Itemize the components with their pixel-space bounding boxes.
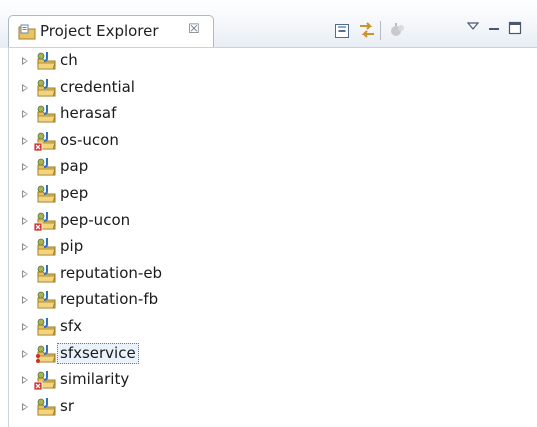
minimize-icon[interactable] [488,24,500,34]
tree-item-label: reputation-fb [60,290,159,309]
toolbar-separator [380,21,381,40]
tree-item-label: pip [60,237,84,256]
view-title: Project Explorer [40,22,159,40]
view-menu-icon[interactable] [467,21,479,31]
tree-item[interactable]: pip [0,234,537,260]
java-project-icon [37,397,56,416]
java-project-icon [37,318,56,336]
tree-item-label: similarity [60,370,130,389]
project-explorer-view: Project Explorer ☒ ch credential herasaf os… [0,0,537,427]
expand-arrow-icon[interactable] [22,163,28,172]
java-project-error-icon [34,131,56,151]
tree-item[interactable]: ch [0,48,537,74]
expand-arrow-icon[interactable] [22,376,28,385]
tree-item-label: sfx [60,317,82,335]
java-project-icon [37,238,56,256]
tree-item[interactable]: pap [0,154,537,180]
expand-arrow-icon[interactable] [22,136,28,145]
tree-item-label: pep [60,184,89,202]
java-project-icon [37,291,56,309]
java-project-error-icon [34,211,56,231]
collapse-all-icon[interactable] [333,22,351,40]
expand-arrow-icon[interactable] [22,296,28,305]
tree-item-label: os-ucon [60,130,119,149]
expand-arrow-icon[interactable] [22,323,28,331]
tree-item[interactable]: similarity [0,367,537,393]
expand-arrow-icon[interactable] [22,349,28,358]
java-project-icon [37,158,56,176]
tree-item-label: herasaf [60,104,117,123]
java-project-icon [37,78,56,97]
tree-item-label: ch [60,51,78,69]
expand-arrow-icon[interactable] [22,216,28,225]
tree-item[interactable]: sfxservice [0,341,537,367]
maximize-icon[interactable] [508,21,522,35]
tree-item-label: pap [60,157,89,176]
java-project-icon [37,264,56,283]
tree-item[interactable]: herasaf [0,101,537,127]
expand-arrow-icon[interactable] [22,57,28,65]
tree-item-label: sfxservice [57,342,139,364]
tree-item[interactable]: credential [0,75,537,101]
java-project-error-icon [34,371,56,391]
project-explorer-icon [18,24,36,40]
tree-item-label: pep-ucon [60,210,131,229]
expand-arrow-icon[interactable] [22,402,28,411]
expand-arrow-icon[interactable] [22,243,28,252]
close-icon[interactable]: ☒ [188,22,200,38]
tree-item[interactable]: pep [0,181,537,207]
java-project-icon [37,105,56,123]
tree-item[interactable]: reputation-eb [0,261,537,287]
java-project-icon [37,185,56,203]
focus-icon[interactable] [389,21,407,39]
tree-item[interactable]: sfx [0,314,537,340]
tree-item[interactable]: os-ucon [0,128,537,154]
expand-arrow-icon[interactable] [22,269,28,278]
tree-item[interactable]: sr [0,394,537,420]
expand-arrow-icon[interactable] [22,83,28,92]
tree-item-label: reputation-eb [60,263,163,282]
tree-item-label: credential [60,77,135,96]
link-with-editor-icon[interactable] [357,20,377,40]
tree-item-label: sr [60,396,74,415]
tree-item[interactable]: pep-ucon [0,208,537,234]
java-project-icon [36,344,56,363]
java-project-icon [37,52,56,70]
expand-arrow-icon[interactable] [22,190,28,198]
expand-arrow-icon[interactable] [22,110,28,119]
tree-item[interactable]: reputation-fb [0,287,537,313]
